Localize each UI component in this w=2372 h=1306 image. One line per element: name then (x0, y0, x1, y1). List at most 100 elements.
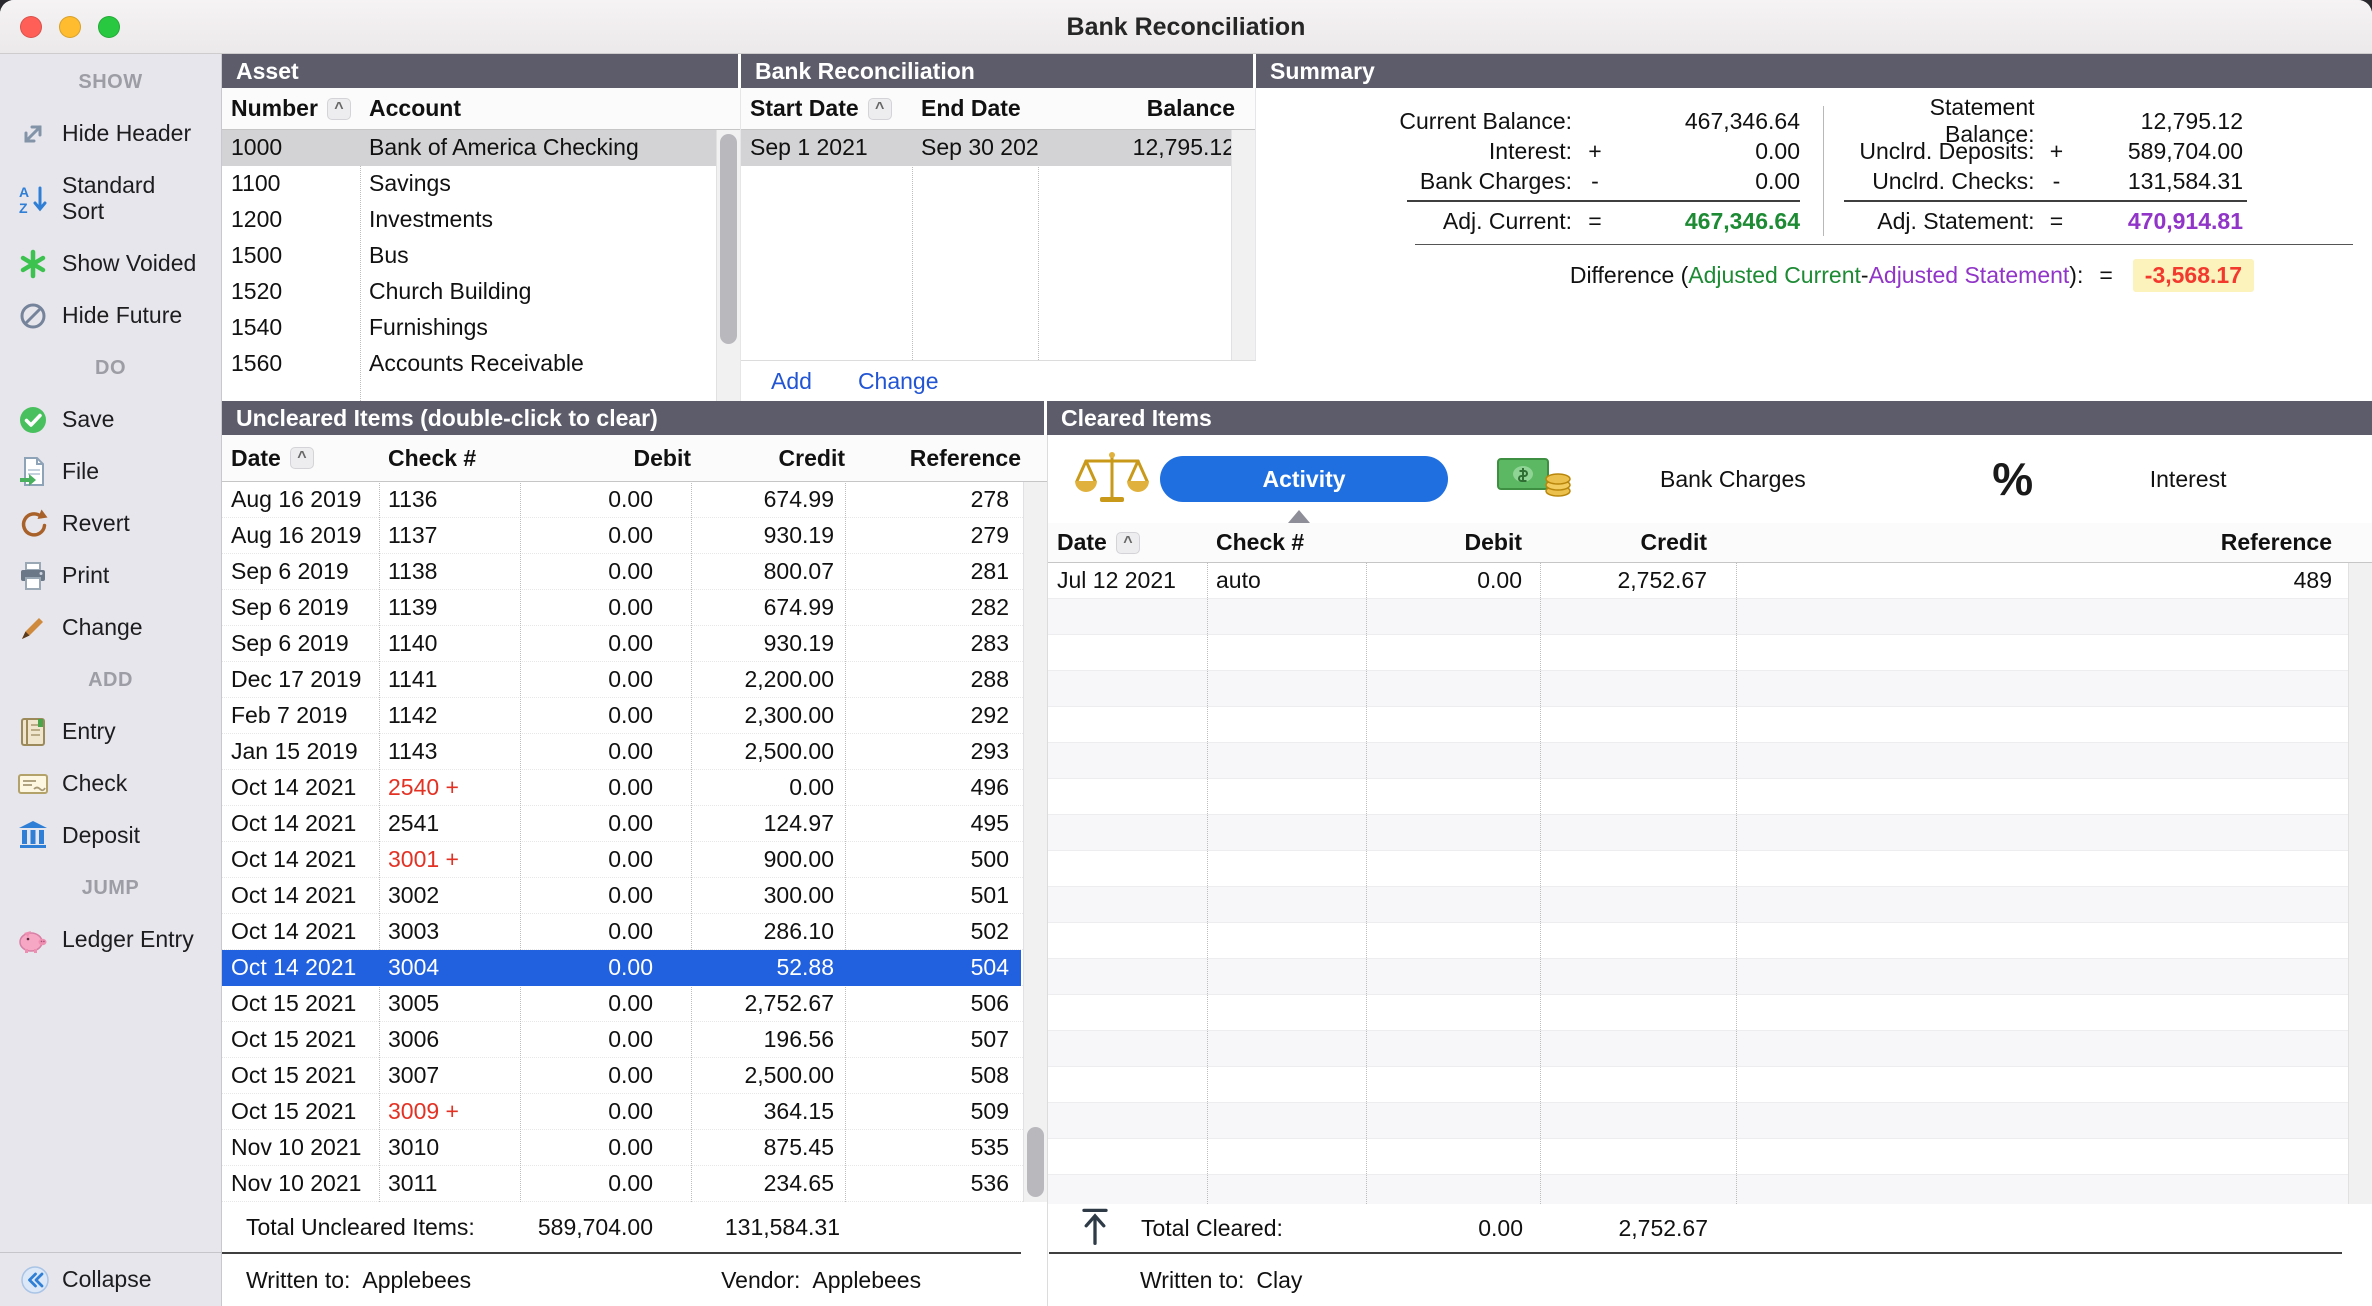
printer-icon (16, 559, 50, 593)
cell-debit: 0.00 (520, 770, 691, 806)
cell-account: Accounts Receivable (360, 346, 740, 382)
cell-debit: 0.00 (520, 1094, 691, 1130)
recon-panel-header: Bank Reconciliation (741, 54, 1256, 88)
revert-icon (16, 507, 50, 541)
zoom-button[interactable] (98, 16, 120, 38)
cell-number: 1500 (222, 238, 360, 274)
piggy-bank-icon (16, 923, 50, 957)
cleared-column-reference[interactable]: Reference (1736, 523, 2342, 562)
collapse-button[interactable]: Collapse (0, 1252, 221, 1306)
asset-row[interactable]: 1560Accounts Receivable (222, 346, 740, 382)
sidebar-item-standard-sort[interactable]: AZ Standard Sort (0, 160, 221, 238)
uncleared-column-debit[interactable]: Debit (520, 435, 691, 481)
scrollbar-thumb[interactable] (720, 134, 737, 344)
sidebar-item-print[interactable]: Print (0, 550, 221, 602)
sidebar-item-revert[interactable]: Revert (0, 498, 221, 550)
uncleared-row[interactable]: Oct 14 20213001 +0.00900.00500 (222, 842, 1047, 878)
asset-column-number[interactable]: Number (222, 88, 360, 129)
cleared-column-check[interactable]: Check # (1207, 523, 1366, 562)
cell-check: auto (1207, 563, 1366, 599)
uncleared-row[interactable]: Nov 10 202130100.00875.45535 (222, 1130, 1047, 1166)
scrollbar-thumb[interactable] (1027, 1127, 1044, 1197)
sidebar-item-check[interactable]: Check (0, 758, 221, 810)
cell-check: 3009 + (379, 1094, 520, 1130)
uncleared-row[interactable]: Sep 6 201911390.00674.99282 (222, 590, 1047, 626)
asset-panel: Asset Number Account 1000Bank of America… (222, 54, 741, 401)
uncleared-row[interactable]: Oct 15 202130070.002,500.00508 (222, 1058, 1047, 1094)
sidebar-item-entry[interactable]: Entry (0, 706, 221, 758)
recon-column-balance[interactable]: Balance (1038, 88, 1255, 129)
tab-bank-charges[interactable]: Bank Charges (1660, 466, 1806, 493)
uncleared-row[interactable]: Oct 14 202130020.00300.00501 (222, 878, 1047, 914)
sidebar-item-hide-future[interactable]: Hide Future (0, 290, 221, 342)
change-link[interactable]: Change (858, 368, 939, 395)
uncleared-row[interactable]: Jan 15 201911430.002,500.00293 (222, 734, 1047, 770)
uncleared-row[interactable]: Feb 7 201911420.002,300.00292 (222, 698, 1047, 734)
money-icon (1496, 451, 1576, 507)
column-label: Debit (634, 445, 692, 472)
recon-column-end-date[interactable]: End Date (912, 88, 1038, 129)
sidebar-item-ledger-entry[interactable]: Ledger Entry (0, 914, 221, 966)
cell-check: 1136 (379, 482, 520, 518)
recon-column-start-date[interactable]: Start Date (741, 88, 912, 129)
uncleared-column-date[interactable]: Date (222, 435, 379, 481)
sidebar-item-file[interactable]: File (0, 446, 221, 498)
sidebar-item-label: Save (62, 407, 114, 433)
asset-row[interactable]: 1540Furnishings (222, 310, 740, 346)
sidebar-item-hide-header[interactable]: Hide Header (0, 108, 221, 160)
uncleared-column-credit[interactable]: Credit (691, 435, 845, 481)
cell-reference: 278 (845, 482, 1021, 518)
cell-date: Oct 14 2021 (222, 878, 379, 914)
recon-row[interactable]: Sep 1 2021Sep 30 202112,795.12 (741, 130, 1255, 166)
uncleared-row[interactable]: Oct 15 202130060.00196.56507 (222, 1022, 1047, 1058)
cell-reference: 489 (1736, 563, 2342, 599)
cell-credit: 2,300.00 (691, 698, 845, 734)
asset-row[interactable]: 1000Bank of America Checking (222, 130, 740, 166)
uncleared-row[interactable]: Nov 10 202130110.00234.65536 (222, 1166, 1047, 1202)
tab-interest[interactable]: Interest (2150, 466, 2227, 493)
asset-row[interactable]: 1520Church Building (222, 274, 740, 310)
svg-text:A: A (19, 184, 29, 200)
uncleared-column-check[interactable]: Check # (379, 435, 520, 481)
uncleared-row[interactable]: Aug 16 201911370.00930.19279 (222, 518, 1047, 554)
cell-credit: 2,500.00 (691, 734, 845, 770)
close-button[interactable] (20, 16, 42, 38)
tab-activity[interactable]: Activity (1160, 456, 1448, 502)
uncleared-column-reference[interactable]: Reference (845, 435, 1021, 481)
uncleared-row[interactable]: Dec 17 201911410.002,200.00288 (222, 662, 1047, 698)
uncleared-row[interactable]: Oct 14 202125410.00124.97495 (222, 806, 1047, 842)
cleared-table-body: Jul 12 2021auto0.002,752.67489 (1048, 563, 2372, 1204)
uncleared-table-header: Date Check # Debit Credit Reference (222, 435, 1047, 482)
cleared-column-debit[interactable]: Debit (1366, 523, 1540, 562)
cleared-row[interactable]: Jul 12 2021auto0.002,752.67489 (1048, 563, 2372, 599)
sidebar-item-show-voided[interactable]: Show Voided (0, 238, 221, 290)
cleared-table-header: Date Check # Debit Credit Reference (1048, 523, 2372, 563)
sidebar-item-change[interactable]: Change (0, 602, 221, 654)
cleared-column-date[interactable]: Date (1048, 523, 1207, 562)
asset-row[interactable]: 1200Investments (222, 202, 740, 238)
uncleared-row[interactable]: Aug 16 201911360.00674.99278 (222, 482, 1047, 518)
uncleared-row[interactable]: Oct 14 20212540 +0.000.00496 (222, 770, 1047, 806)
sidebar-item-deposit[interactable]: Deposit (0, 810, 221, 862)
asset-row[interactable]: 1100Savings (222, 166, 740, 202)
summary-body: Current Balance:467,346.64 Interest:+0.0… (1256, 88, 2372, 401)
minimize-button[interactable] (59, 16, 81, 38)
uncleared-row[interactable]: Oct 14 202130040.0052.88504 (222, 950, 1047, 986)
summary-label: Unclrd. Deposits: (1836, 138, 2035, 165)
uncleared-row[interactable]: Sep 6 201911400.00930.19283 (222, 626, 1047, 662)
cell-reference: 535 (845, 1130, 1021, 1166)
cell-debit: 0.00 (520, 1166, 691, 1202)
uncleared-row[interactable]: Oct 15 202130050.002,752.67506 (222, 986, 1047, 1022)
sidebar-item-save[interactable]: Save (0, 394, 221, 446)
asset-column-account[interactable]: Account (360, 88, 740, 129)
uncleared-row[interactable]: Oct 14 202130030.00286.10502 (222, 914, 1047, 950)
uncleared-row[interactable]: Oct 15 20213009 +0.00364.15509 (222, 1094, 1047, 1130)
cell-account: Investments (360, 202, 740, 238)
scrollbar-track (2348, 563, 2372, 1204)
cleared-column-credit[interactable]: Credit (1540, 523, 1736, 562)
add-link[interactable]: Add (771, 368, 812, 395)
asset-row[interactable]: 1500Bus (222, 238, 740, 274)
summary-label: Adj. Statement: (1836, 208, 2035, 235)
column-separator (520, 435, 521, 1202)
uncleared-row[interactable]: Sep 6 201911380.00800.07281 (222, 554, 1047, 590)
